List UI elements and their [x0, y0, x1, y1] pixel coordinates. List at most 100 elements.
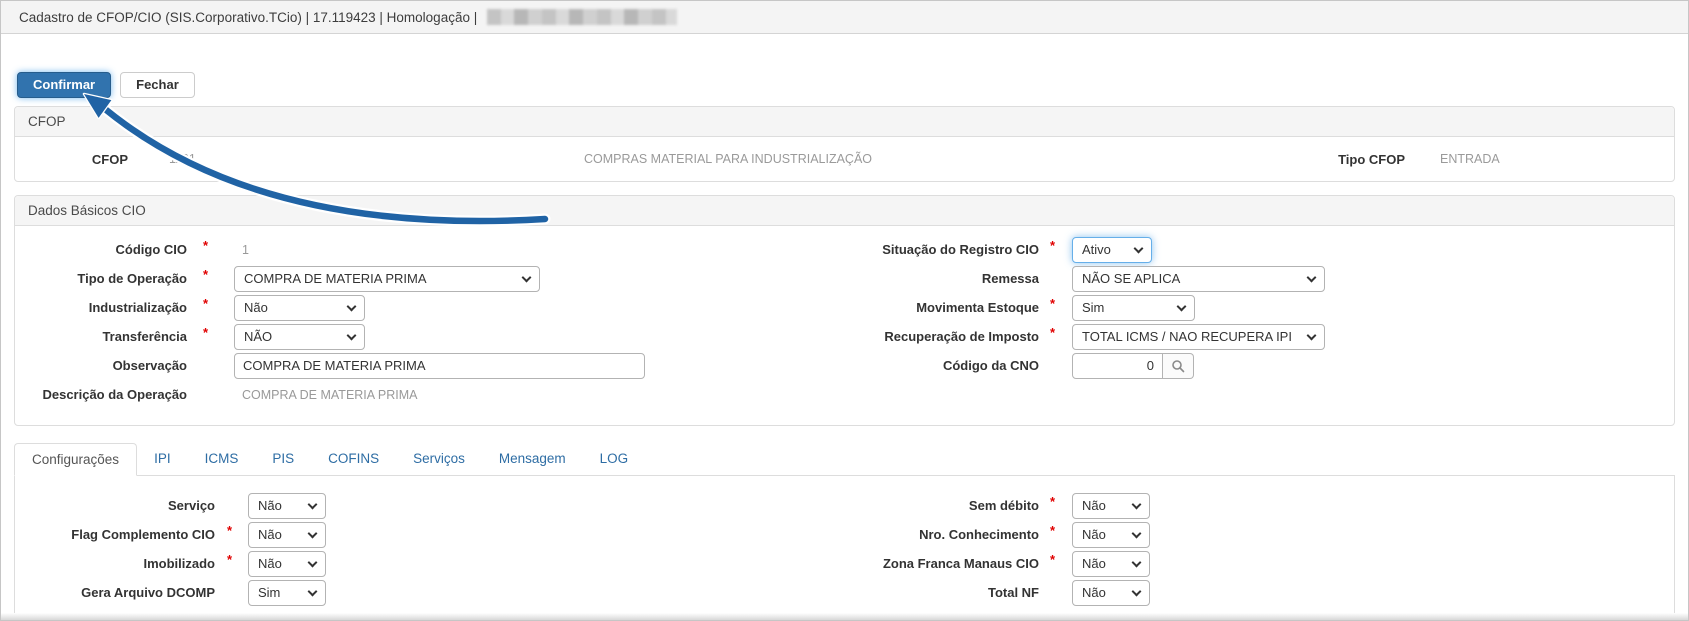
nro-conhecimento-select[interactable]: Não [1072, 522, 1150, 548]
recuperacao-imposto-label: Recuperação de Imposto [837, 329, 1039, 344]
flag-complemento-label: Flag Complemento CIO [15, 527, 215, 542]
zona-franca-select[interactable]: Não [1072, 551, 1150, 577]
flag-complemento-select[interactable]: Não [248, 522, 326, 548]
total-nf-select[interactable]: Não [1072, 580, 1150, 606]
required-marker: * [187, 238, 234, 253]
movimenta-estoque-select[interactable]: Sim [1072, 295, 1195, 321]
field-row-nro-conhecimento: Nro. Conhecimento * Não [837, 520, 1150, 549]
situacao-label: Situação do Registro CIO [837, 242, 1039, 257]
field-row-movimenta-estoque: Movimenta Estoque * Sim [837, 293, 1325, 322]
situacao-registro-select[interactable]: Ativo [1072, 237, 1152, 263]
total-nf-label: Total NF [837, 585, 1039, 600]
cfop-description: COMPRAS MATERIAL PARA INDUSTRIALIZAÇÃO [584, 152, 872, 166]
confirm-button[interactable]: Confirmar [17, 72, 111, 98]
imobilizado-select[interactable]: Não [248, 551, 326, 577]
transferencia-selected-value: NÃO [244, 329, 272, 344]
chevron-down-icon [347, 330, 357, 340]
field-row-sem-debito: Sem débito * Não [837, 491, 1150, 520]
search-icon [1171, 359, 1185, 373]
situacao-selected-value: Ativo [1082, 242, 1111, 257]
config-left-column: Serviço Não Flag Complemento CIO * Não I… [15, 491, 326, 607]
codigo-cno-input[interactable] [1072, 353, 1163, 379]
chevron-down-icon [308, 528, 318, 538]
remessa-select[interactable]: NÃO SE APLICA [1072, 266, 1325, 292]
transferencia-select[interactable]: NÃO [234, 324, 365, 350]
tab-servicos[interactable]: Serviços [396, 443, 482, 475]
tipo-operacao-selected-value: COMPRA DE MATERIA PRIMA [244, 271, 427, 286]
cno-search-button[interactable] [1163, 353, 1194, 379]
dados-basicos-body: Código CIO * 1 Tipo de Operação * COMPRA… [15, 226, 1674, 425]
field-row-remessa: Remessa NÃO SE APLICA [837, 264, 1325, 293]
field-row-imobilizado: Imobilizado * Não [15, 549, 326, 578]
required-marker: * [1039, 523, 1072, 538]
field-row-descricao-operacao: Descrição da Operação COMPRA DE MATERIA … [15, 380, 645, 409]
field-row-total-nf: Total NF Não [837, 578, 1150, 607]
chevron-down-icon [347, 301, 357, 311]
industrializacao-select[interactable]: Não [234, 295, 365, 321]
gera-dcomp-select[interactable]: Sim [248, 580, 326, 606]
tipo-cfop-label: Tipo CFOP [1315, 152, 1405, 167]
field-row-codigo-cio: Código CIO * 1 [15, 235, 645, 264]
sem-debito-selected-value: Não [1082, 498, 1106, 513]
gera-dcomp-label: Gera Arquivo DCOMP [15, 585, 215, 600]
cfop-code-value: 1101 [169, 152, 196, 166]
field-row-flag-complemento: Flag Complemento CIO * Não [15, 520, 326, 549]
chevron-down-icon [308, 557, 318, 567]
sem-debito-label: Sem débito [837, 498, 1039, 513]
servico-label: Serviço [15, 498, 215, 513]
imobilizado-selected-value: Não [258, 556, 282, 571]
tipo-operacao-select[interactable]: COMPRA DE MATERIA PRIMA [234, 266, 540, 292]
movimenta-estoque-label: Movimenta Estoque [837, 300, 1039, 315]
window-title-bar: Cadastro de CFOP/CIO (SIS.Corporativo.TC… [1, 1, 1688, 34]
toolbar: Confirmar Fechar [17, 72, 1688, 98]
sem-debito-select[interactable]: Não [1072, 493, 1150, 519]
redacted-user-info [487, 9, 677, 25]
remessa-selected-value: NÃO SE APLICA [1082, 271, 1180, 286]
nro-conhecimento-label: Nro. Conhecimento [837, 527, 1039, 542]
field-row-recuperacao-imposto: Recuperação de Imposto * TOTAL ICMS / NA… [837, 322, 1325, 351]
page-title: Cadastro de CFOP/CIO (SIS.Corporativo.TC… [19, 10, 477, 25]
required-marker: * [1039, 238, 1072, 253]
codigo-cno-group [1072, 353, 1194, 379]
servico-select[interactable]: Não [248, 493, 326, 519]
total-nf-selected-value: Não [1082, 585, 1106, 600]
tab-cofins[interactable]: COFINS [311, 443, 396, 475]
industrializacao-label: Industrialização [15, 300, 187, 315]
cfop-panel: CFOP CFOP 1101 COMPRAS MATERIAL PARA IND… [14, 106, 1675, 182]
field-row-situacao: Situação do Registro CIO * Ativo [837, 235, 1325, 264]
field-row-industrializacao: Industrialização * Não [15, 293, 645, 322]
recuperacao-imposto-selected-value: TOTAL ICMS / NAO RECUPERA IPI [1082, 329, 1292, 344]
tab-mensagem[interactable]: Mensagem [482, 443, 583, 475]
tab-pis[interactable]: PIS [255, 443, 311, 475]
remessa-label: Remessa [837, 271, 1039, 286]
tab-configuracoes[interactable]: Configurações [14, 443, 137, 476]
servico-selected-value: Não [258, 498, 282, 513]
required-marker: * [187, 296, 234, 311]
required-marker: * [187, 267, 234, 282]
recuperacao-imposto-select[interactable]: TOTAL ICMS / NAO RECUPERA IPI [1072, 324, 1325, 350]
field-row-codigo-cno: Código da CNO [837, 351, 1325, 380]
field-row-observacao: Observação [15, 351, 645, 380]
required-marker: * [215, 552, 248, 567]
tipo-cfop-value: ENTRADA [1440, 152, 1500, 166]
codigo-cno-label: Código da CNO [837, 358, 1039, 373]
chevron-down-icon [522, 272, 532, 282]
close-button[interactable]: Fechar [120, 72, 195, 98]
tab-ipi[interactable]: IPI [137, 443, 188, 475]
dados-basicos-title: Dados Básicos CIO [15, 196, 1674, 226]
required-marker: * [215, 523, 248, 538]
field-row-gera-dcomp: Gera Arquivo DCOMP Sim [15, 578, 326, 607]
tab-log[interactable]: LOG [583, 443, 646, 475]
tipo-operacao-label: Tipo de Operação [15, 271, 187, 286]
tab-strip: Configurações IPI ICMS PIS COFINS Serviç… [14, 443, 1675, 476]
config-right-column: Sem débito * Não Nro. Conhecimento * Não… [837, 491, 1150, 607]
required-marker: * [1039, 325, 1072, 340]
app-window: Cadastro de CFOP/CIO (SIS.Corporativo.TC… [0, 0, 1689, 621]
tab-icms[interactable]: ICMS [188, 443, 256, 475]
observacao-input[interactable] [234, 353, 645, 379]
field-row-transferencia: Transferência * NÃO [15, 322, 645, 351]
chevron-down-icon [1132, 528, 1142, 538]
observacao-label: Observação [15, 358, 187, 373]
required-marker: * [1039, 494, 1072, 509]
chevron-down-icon [1134, 243, 1144, 253]
